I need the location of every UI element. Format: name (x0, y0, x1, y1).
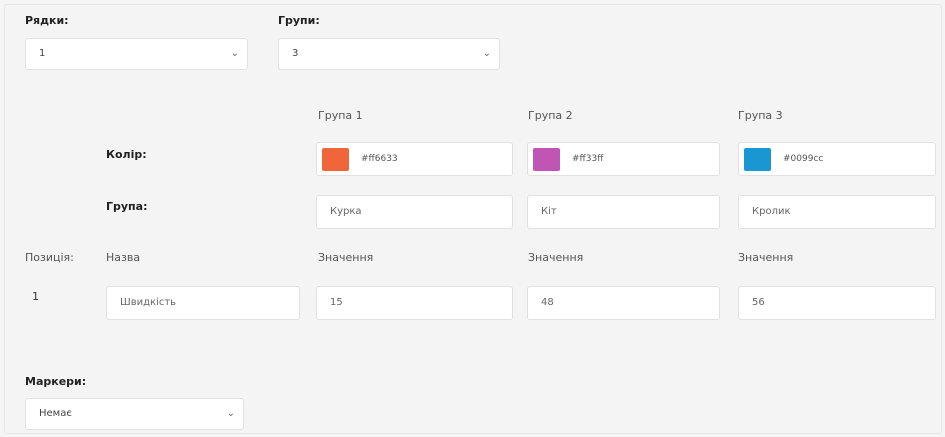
markers-select[interactable]: Немає ⌄ (25, 398, 244, 430)
rows-select-value: 1 (39, 48, 46, 59)
value-header-2: Значення (528, 251, 584, 264)
chevron-down-icon: ⌄ (230, 48, 239, 59)
color-swatch[interactable] (533, 148, 560, 171)
group-2-header: Група 2 (528, 109, 573, 122)
row-1-value-2-input[interactable]: 48 (527, 286, 720, 320)
group-3-name-input[interactable]: Кролик (738, 195, 936, 229)
group-3-header: Група 3 (738, 109, 783, 122)
group-1-header: Група 1 (318, 109, 363, 122)
chart-settings-panel: Рядки: 1 ⌄ Групи: 3 ⌄ Група 1 Група 2 Гр… (4, 4, 942, 434)
groups-label: Групи: (278, 14, 320, 27)
value-header-3: Значення (738, 251, 794, 264)
group-2-color-input[interactable]: #ff33ff (527, 142, 720, 176)
row-1-value-3-input[interactable]: 56 (738, 286, 936, 320)
markers-label: Маркери: (25, 375, 87, 388)
markers-select-value: Немає (39, 408, 72, 419)
group-1-color-value: #ff6633 (361, 154, 398, 164)
row-1-value-1-input[interactable]: 15 (316, 286, 513, 320)
rows-select[interactable]: 1 ⌄ (25, 38, 248, 70)
color-swatch[interactable] (322, 148, 349, 171)
color-label: Колір: (106, 148, 147, 161)
position-header: Позиція: (25, 251, 74, 264)
name-header: Назва (106, 251, 141, 264)
row-1-name-input[interactable]: Швидкість (106, 286, 300, 320)
group-1-color-input[interactable]: #ff6633 (316, 142, 513, 176)
groups-select[interactable]: 3 ⌄ (278, 38, 500, 70)
group-2-name-input[interactable]: Кіт (527, 195, 720, 229)
group-3-color-value: #0099cc (783, 154, 824, 164)
group-1-name-input[interactable]: Курка (316, 195, 513, 229)
chevron-down-icon: ⌄ (226, 408, 235, 419)
group-label: Група: (106, 200, 148, 213)
groups-select-value: 3 (292, 48, 299, 59)
group-2-color-value: #ff33ff (572, 154, 604, 164)
row-1-position: 1 (32, 290, 39, 303)
rows-label: Рядки: (25, 14, 69, 27)
value-header-1: Значення (318, 251, 374, 264)
group-3-color-input[interactable]: #0099cc (738, 142, 936, 176)
chevron-down-icon: ⌄ (482, 48, 491, 59)
color-swatch[interactable] (744, 148, 771, 171)
